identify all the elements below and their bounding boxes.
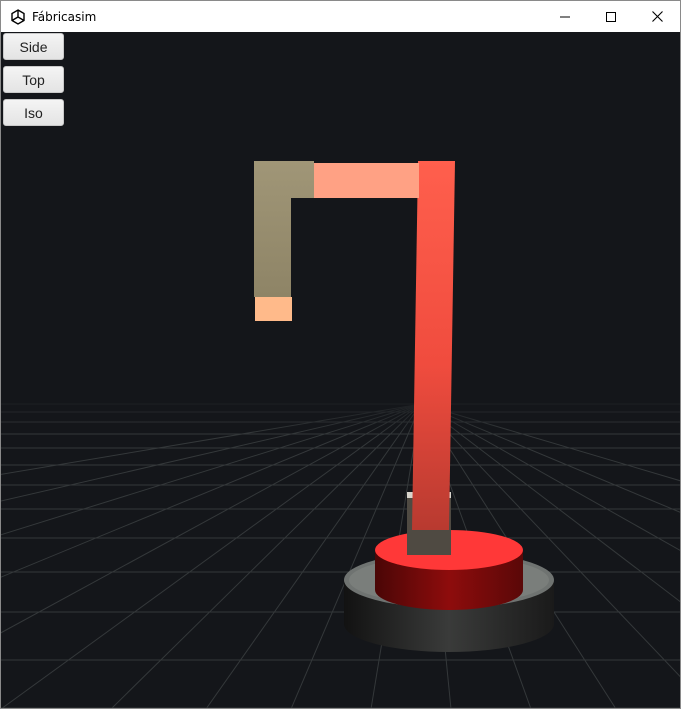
3d-viewport[interactable] (1, 32, 680, 708)
close-button[interactable] (634, 1, 680, 32)
iso-view-button[interactable]: Iso (3, 99, 64, 126)
floor-fade (1, 392, 680, 512)
window-title: Fábricasim (32, 9, 97, 24)
robot-column[interactable] (412, 161, 455, 530)
maximize-button[interactable] (588, 1, 634, 32)
unity-icon (10, 8, 26, 25)
app-window: Fábricasim Side Top Iso (0, 0, 681, 709)
top-view-button[interactable]: Top (3, 66, 64, 93)
sky-background (1, 32, 680, 708)
robot-end-effector[interactable] (255, 297, 292, 321)
scene-render (1, 32, 680, 708)
robot-upper-arm[interactable] (314, 163, 419, 198)
window-controls (542, 1, 680, 32)
minimize-icon (560, 16, 570, 17)
side-view-button[interactable]: Side (3, 33, 64, 60)
close-icon (651, 11, 663, 22)
camera-view-buttons: Side Top Iso (3, 33, 64, 126)
maximize-icon (606, 11, 616, 22)
title-bar[interactable]: Fábricasim (1, 1, 680, 32)
minimize-button[interactable] (542, 1, 588, 32)
